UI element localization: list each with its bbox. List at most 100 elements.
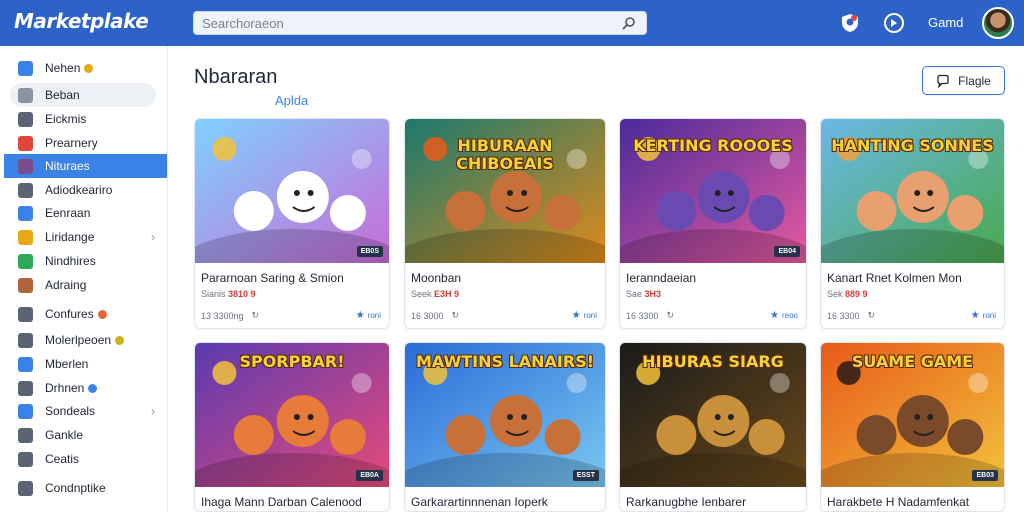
search-icon[interactable] <box>622 16 636 30</box>
page-subtitle-link[interactable]: Aplda <box>275 93 308 108</box>
sidebar-item-label: Adraing <box>45 278 87 292</box>
sidebar-item[interactable]: Eickmis <box>4 107 167 131</box>
product-seller: Sek 889 9 <box>827 289 868 299</box>
thumbnail-banner-text: SUAME GAME <box>851 352 974 371</box>
sidebar-item[interactable]: Confures <box>4 302 167 326</box>
sidebar-item-icon <box>18 253 33 269</box>
product-seller: Sianis 3810 9 <box>201 289 256 299</box>
product-card[interactable]: HIBURAS SIARGRarkanugbhe IenbarerSapanan <box>619 342 807 512</box>
product-meta: 16 3000 ↻ <box>411 310 459 321</box>
product-thumbnail[interactable]: KERTING ROOOES EB04 <box>620 119 806 263</box>
product-title[interactable]: Ieranndaeian <box>626 271 806 285</box>
search-bar[interactable] <box>193 11 647 35</box>
sidebar-item-label: Mberlen <box>45 357 89 371</box>
sidebar-item-icon <box>18 87 33 103</box>
seller-label: Sianis <box>201 289 229 299</box>
refresh-icon[interactable]: ↻ <box>667 310 675 321</box>
status-dot <box>97 309 107 319</box>
sidebar-item-label: Eenraan <box>45 206 91 220</box>
sidebar-item[interactable]: Eenraan <box>4 201 167 225</box>
sidebar-item[interactable]: Liridange › <box>4 225 167 249</box>
product-thumbnail[interactable]: SUAME GAME EB03 <box>821 343 1004 487</box>
product-thumbnail[interactable]: HANTING SONNES <box>821 119 1004 263</box>
star-icon: ★ <box>571 310 581 321</box>
sidebar-item-label: Confures <box>45 307 94 321</box>
status-dot <box>115 335 125 345</box>
product-thumbnail[interactable]: EB0S <box>195 119 389 263</box>
status-dot <box>88 383 98 393</box>
product-card[interactable]: HIBURAAN CHIBOEAIS Moonban Seek E3H 9 16 30… <box>404 118 606 329</box>
sidebar-item[interactable]: Mberlen <box>4 352 167 376</box>
sidebar-item[interactable]: Gankle <box>4 423 167 447</box>
product-title[interactable]: Pararnoan Saring & Smion <box>201 271 389 285</box>
app-logo[interactable]: Marketplake <box>14 9 149 33</box>
seller-label: Sae <box>626 289 645 299</box>
sidebar-item[interactable]: Ceatis <box>4 447 167 471</box>
product-title[interactable]: Rarkanugbhe Ienbarer <box>626 495 806 509</box>
chevron-right-icon[interactable]: › <box>151 404 155 418</box>
product-card[interactable]: KERTING ROOOES EB04 Ieranndaeian Sae 3H3 16 … <box>619 118 807 329</box>
sidebar-item-icon <box>18 135 33 151</box>
product-meta-text: 13 3300ng <box>201 310 244 321</box>
product-badge: EB03 <box>972 470 998 481</box>
thumbnail-banner-text: KERTING ROOOES <box>633 136 793 155</box>
sidebar-item[interactable]: Nindhires <box>4 249 167 273</box>
sidebar-item[interactable]: Molerlpeoen <box>4 328 167 352</box>
sidebar-item-label: Prearnery <box>45 136 98 150</box>
refresh-icon[interactable]: ↻ <box>452 310 460 321</box>
username[interactable]: Gamd <box>928 15 963 30</box>
product-title[interactable]: Garkarartinnnenan Ioperk <box>411 495 599 509</box>
sidebar-item[interactable]: Adraing <box>4 273 167 297</box>
product-title[interactable]: Moonban <box>411 271 599 285</box>
star-icon: ★ <box>770 310 779 321</box>
product-title[interactable]: Harakbete H Nadamfenkat <box>827 495 1004 509</box>
product-thumbnail[interactable]: HIBURAS SIARG <box>620 343 806 487</box>
sidebar-item-icon <box>18 356 33 372</box>
sidebar-item-icon <box>18 158 33 174</box>
chevron-right-icon[interactable]: › <box>151 230 155 244</box>
shield-bell-icon[interactable] <box>839 12 861 34</box>
sidebar-item[interactable]: Nehen <box>4 56 167 80</box>
sidebar-item[interactable]: Nituraes <box>4 154 167 178</box>
product-thumbnail[interactable]: SPORPBAR! EB0A <box>195 343 389 487</box>
product-rating-text: roni <box>367 311 381 320</box>
sidebar-item[interactable]: Condnptike <box>4 476 167 500</box>
top-bar: Marketplake Gamd <box>0 0 1024 46</box>
sidebar-item-label: Nehen <box>45 61 81 75</box>
sidebar-item[interactable]: Sondeals › <box>4 399 167 423</box>
page-button-label: Flagle <box>958 73 991 88</box>
product-card[interactable]: SPORPBAR! EB0A Ihaga Mann Darban Calenood S… <box>194 342 390 512</box>
thumbnail-banner-text: HIBURAAN CHIBOEAIS <box>456 136 554 173</box>
dial-icon[interactable] <box>883 12 905 34</box>
sidebar-item[interactable]: Drhnen <box>4 376 167 400</box>
product-title[interactable]: Kanart Rnet Kolmen Mon <box>827 271 1004 285</box>
product-price: 3810 9 <box>228 289 256 299</box>
product-thumbnail[interactable]: MAWTINS LANAIRS! ESST <box>405 343 605 487</box>
search-input[interactable] <box>194 12 604 34</box>
product-title[interactable]: Ihaga Mann Darban Calenood <box>201 495 389 509</box>
sidebar-item-label: Liridange <box>45 230 95 244</box>
product-badge: EB0S <box>356 246 383 257</box>
sidebar-item-icon <box>18 60 33 76</box>
thumbnail-banner-text: SPORPBAR! <box>239 352 345 371</box>
sidebar-item-label: Nindhires <box>45 254 96 268</box>
sidebar-item[interactable]: Adiodkeariro <box>4 178 167 202</box>
product-meta: 16 3300 ↻ <box>827 310 875 321</box>
product-card[interactable]: HANTING SONNES Kanart Rnet Kolmen Mon Sek … <box>820 118 1005 329</box>
product-card[interactable]: EB0S Pararnoan Saring & Smion Sianis 3810 … <box>194 118 390 329</box>
avatar[interactable] <box>982 7 1014 39</box>
product-badge: EB04 <box>774 246 800 257</box>
refresh-icon[interactable]: ↻ <box>868 310 876 321</box>
product-rating: ★ reoo <box>770 310 798 321</box>
product-card[interactable]: MAWTINS LANAIRS! ESST Garkarartinnnenan Io… <box>404 342 606 512</box>
product-card[interactable]: SUAME GAMEEB03Harakbete H NadamfenkatSor… <box>820 342 1005 512</box>
refresh-icon[interactable]: ↻ <box>252 310 260 321</box>
sidebar-item-label: Drhnen <box>45 381 85 395</box>
product-thumbnail[interactable]: HIBURAAN CHIBOEAIS <box>405 119 605 263</box>
status-dot <box>84 63 94 73</box>
sidebar-item[interactable]: Prearnery <box>4 131 167 155</box>
sidebar-item-label: Sondeals <box>45 404 96 418</box>
star-icon: ★ <box>970 310 980 321</box>
page-button[interactable]: Flagle <box>922 66 1005 95</box>
sidebar-item[interactable]: Beban <box>10 83 156 107</box>
